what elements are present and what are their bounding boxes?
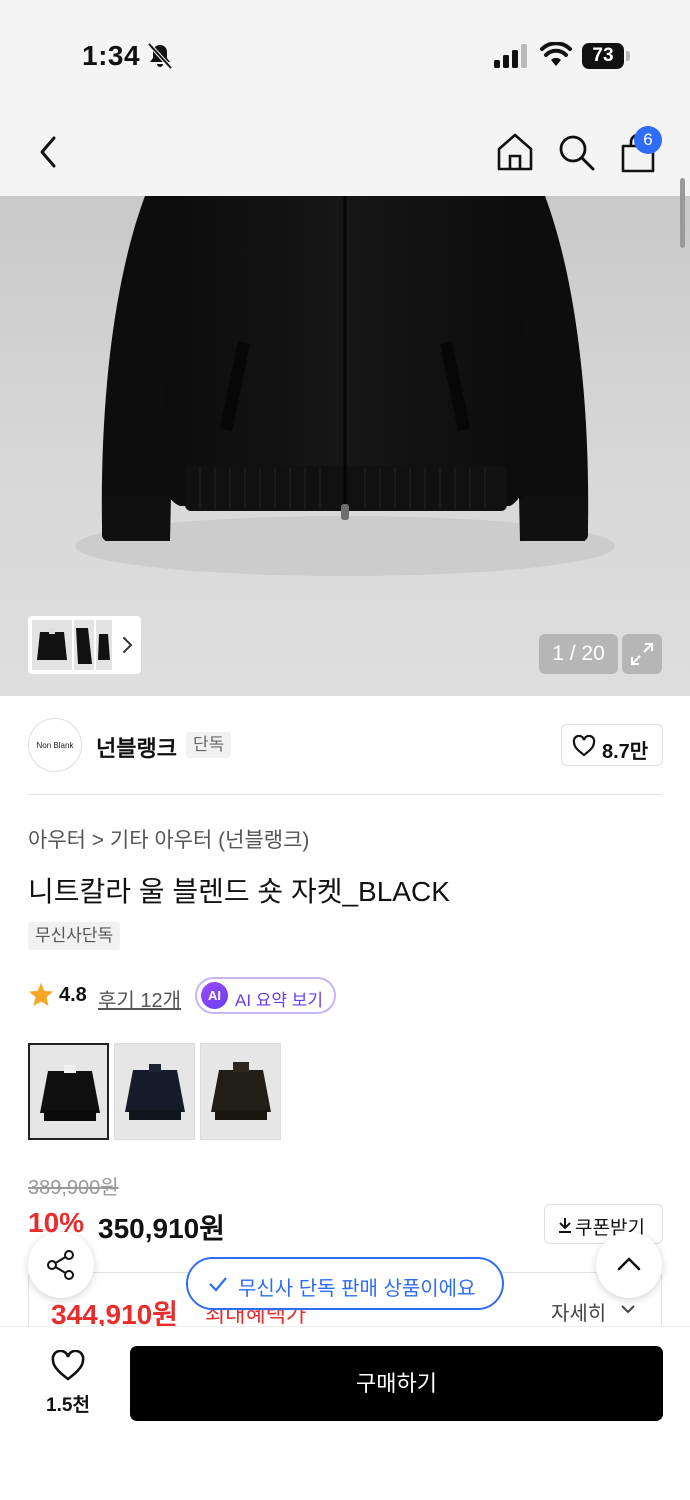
color-swatch-navy[interactable] xyxy=(114,1043,195,1140)
expand-icon xyxy=(631,643,653,665)
star-icon xyxy=(29,983,53,1006)
status-time: 1:34 xyxy=(82,40,141,71)
bell-slash-icon xyxy=(147,42,173,70)
home-icon[interactable] xyxy=(496,132,534,172)
brand-logo[interactable]: Non Blank xyxy=(28,718,82,772)
review-count-link[interactable]: 후기 12개 xyxy=(98,984,181,1013)
battery-icon: 73 xyxy=(582,43,630,69)
chevron-right-icon[interactable] xyxy=(120,634,134,656)
brand-like-count: 8.7만 xyxy=(602,741,649,763)
category-breadcrumb[interactable]: 아우터 > 기타 아우터 (넌블랭크) xyxy=(28,824,309,854)
heart-icon xyxy=(572,735,596,757)
expand-button[interactable] xyxy=(622,634,662,674)
divider xyxy=(28,794,662,795)
check-icon xyxy=(209,1277,227,1292)
battery-level: 73 xyxy=(582,43,624,69)
status-bar: 1:34 73 xyxy=(0,0,690,110)
exclusive-toast: 무신사 단독 판매 상품이에요 xyxy=(186,1257,504,1310)
thumbnail-2[interactable] xyxy=(74,620,94,670)
chevron-down-icon xyxy=(621,1305,635,1314)
search-icon[interactable] xyxy=(556,132,596,172)
product-title: 니트칼라 울 블렌드 숏 자켓_BLACK xyxy=(28,876,450,907)
scroll-top-button[interactable] xyxy=(596,1232,662,1298)
buy-button[interactable]: 구매하기 xyxy=(130,1346,663,1421)
brand-exclusive-tag: 단독 xyxy=(186,732,232,758)
share-icon xyxy=(47,1250,74,1280)
image-counter: 1 / 20 xyxy=(539,634,618,674)
thumbnail-3[interactable] xyxy=(96,620,112,670)
rating-value: 4.8 xyxy=(59,984,87,1006)
ai-summary-button[interactable]: AI AI 요약 보기 xyxy=(195,977,336,1014)
detail-link[interactable]: 자세히 xyxy=(551,1297,606,1326)
page-scrollbar[interactable] xyxy=(680,178,685,248)
signal-icon xyxy=(494,44,527,68)
share-button[interactable] xyxy=(28,1232,94,1298)
thumbnail-1[interactable] xyxy=(32,620,72,670)
brand-like-button[interactable]: 8.7만 xyxy=(561,724,663,766)
image-thumbnail-strip[interactable] xyxy=(28,616,141,674)
wishlist-heart-icon[interactable] xyxy=(50,1350,86,1382)
ai-summary-label: AI 요약 보기 xyxy=(235,991,324,1010)
top-nav xyxy=(0,110,690,196)
brand-name[interactable]: 넌블랭크 xyxy=(96,731,177,763)
download-icon xyxy=(559,1218,571,1233)
color-swatch-black[interactable] xyxy=(28,1043,109,1140)
toast-text: 무신사 단독 판매 상품이에요 xyxy=(238,1278,476,1300)
wifi-icon xyxy=(540,42,572,66)
exclusive-badge: 무신사단독 xyxy=(28,922,121,950)
color-swatch-brown[interactable] xyxy=(200,1043,281,1140)
back-chevron-icon[interactable] xyxy=(34,132,62,172)
original-price: 389,900원 xyxy=(28,1177,119,1199)
wishlist-count: 1.5천 xyxy=(46,1395,90,1416)
sale-price: 350,910원 xyxy=(98,1213,225,1244)
chevron-up-icon xyxy=(617,1257,641,1271)
ai-icon: AI xyxy=(201,982,228,1009)
cart-count-badge: 6 xyxy=(634,126,662,154)
